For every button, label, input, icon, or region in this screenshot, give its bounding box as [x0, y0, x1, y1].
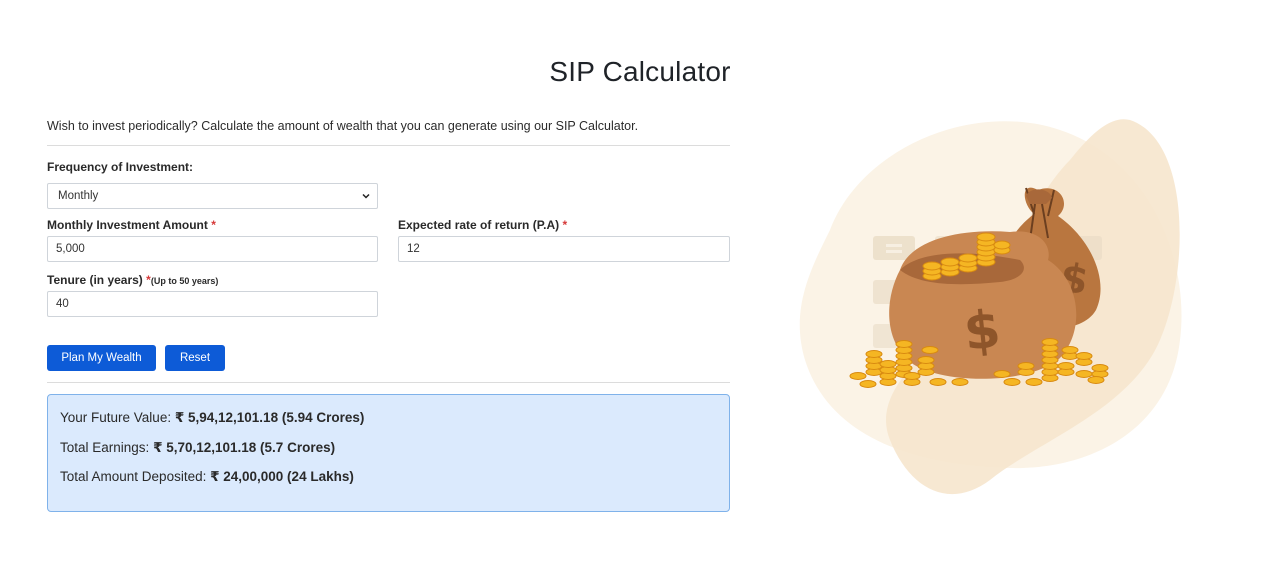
money-bags-icon: $ $: [799, 119, 1182, 495]
future-value-label: Your Future Value:: [60, 410, 172, 425]
rate-label: Expected rate of return (P.A) *: [398, 218, 567, 232]
tenure-input[interactable]: 40: [47, 291, 378, 317]
tenure-label-text: Tenure (in years): [47, 273, 143, 287]
total-earnings-value: ₹ 5,70,12,101.18 (5.7 Crores): [153, 440, 336, 455]
amount-value: 5,000: [56, 243, 85, 255]
total-earnings-label: Total Earnings:: [60, 440, 150, 455]
divider: [47, 382, 730, 383]
divider: [47, 145, 730, 146]
total-earnings-line: Total Earnings: ₹ 5,70,12,101.18 (5.7 Cr…: [60, 440, 335, 456]
sip-calculator-page: SIP Calculator Wish to invest periodical…: [0, 0, 1280, 568]
chevron-down-icon: [362, 193, 370, 199]
amount-label-text: Monthly Investment Amount: [47, 218, 208, 232]
frequency-label: Frequency of Investment:: [47, 160, 194, 174]
total-deposited-value: ₹ 24,00,000 (24 Lakhs): [210, 469, 354, 484]
tenure-hint: (Up to 50 years): [150, 276, 219, 286]
result-panel: Your Future Value: ₹ 5,94,12,101.18 (5.9…: [47, 394, 730, 512]
rate-label-text: Expected rate of return (P.A): [398, 218, 560, 232]
amount-input[interactable]: 5,000: [47, 236, 378, 262]
plan-my-wealth-button[interactable]: Plan My Wealth: [47, 345, 156, 371]
tenure-label: Tenure (in years) *(Up to 50 years): [47, 273, 218, 287]
svg-text:$: $: [961, 299, 1003, 362]
required-mark: *: [211, 218, 216, 232]
total-deposited-line: Total Amount Deposited: ₹ 24,00,000 (24 …: [60, 469, 354, 485]
tenure-value: 40: [56, 298, 69, 310]
future-value-line: Your Future Value: ₹ 5,94,12,101.18 (5.9…: [60, 410, 364, 426]
page-title: SIP Calculator: [549, 56, 731, 87]
frequency-selected-value: Monthly: [58, 190, 99, 202]
future-value: ₹ 5,94,12,101.18 (5.94 Crores): [174, 410, 365, 425]
rate-value: 12: [407, 243, 420, 255]
reset-button[interactable]: Reset: [165, 345, 225, 371]
required-mark: *: [562, 218, 568, 232]
intro-text: Wish to invest periodically? Calculate t…: [47, 119, 639, 133]
rate-input[interactable]: 12: [398, 236, 730, 262]
amount-label: Monthly Investment Amount *: [47, 218, 216, 232]
total-deposited-label: Total Amount Deposited:: [60, 469, 207, 484]
frequency-select[interactable]: Monthly: [47, 183, 378, 209]
